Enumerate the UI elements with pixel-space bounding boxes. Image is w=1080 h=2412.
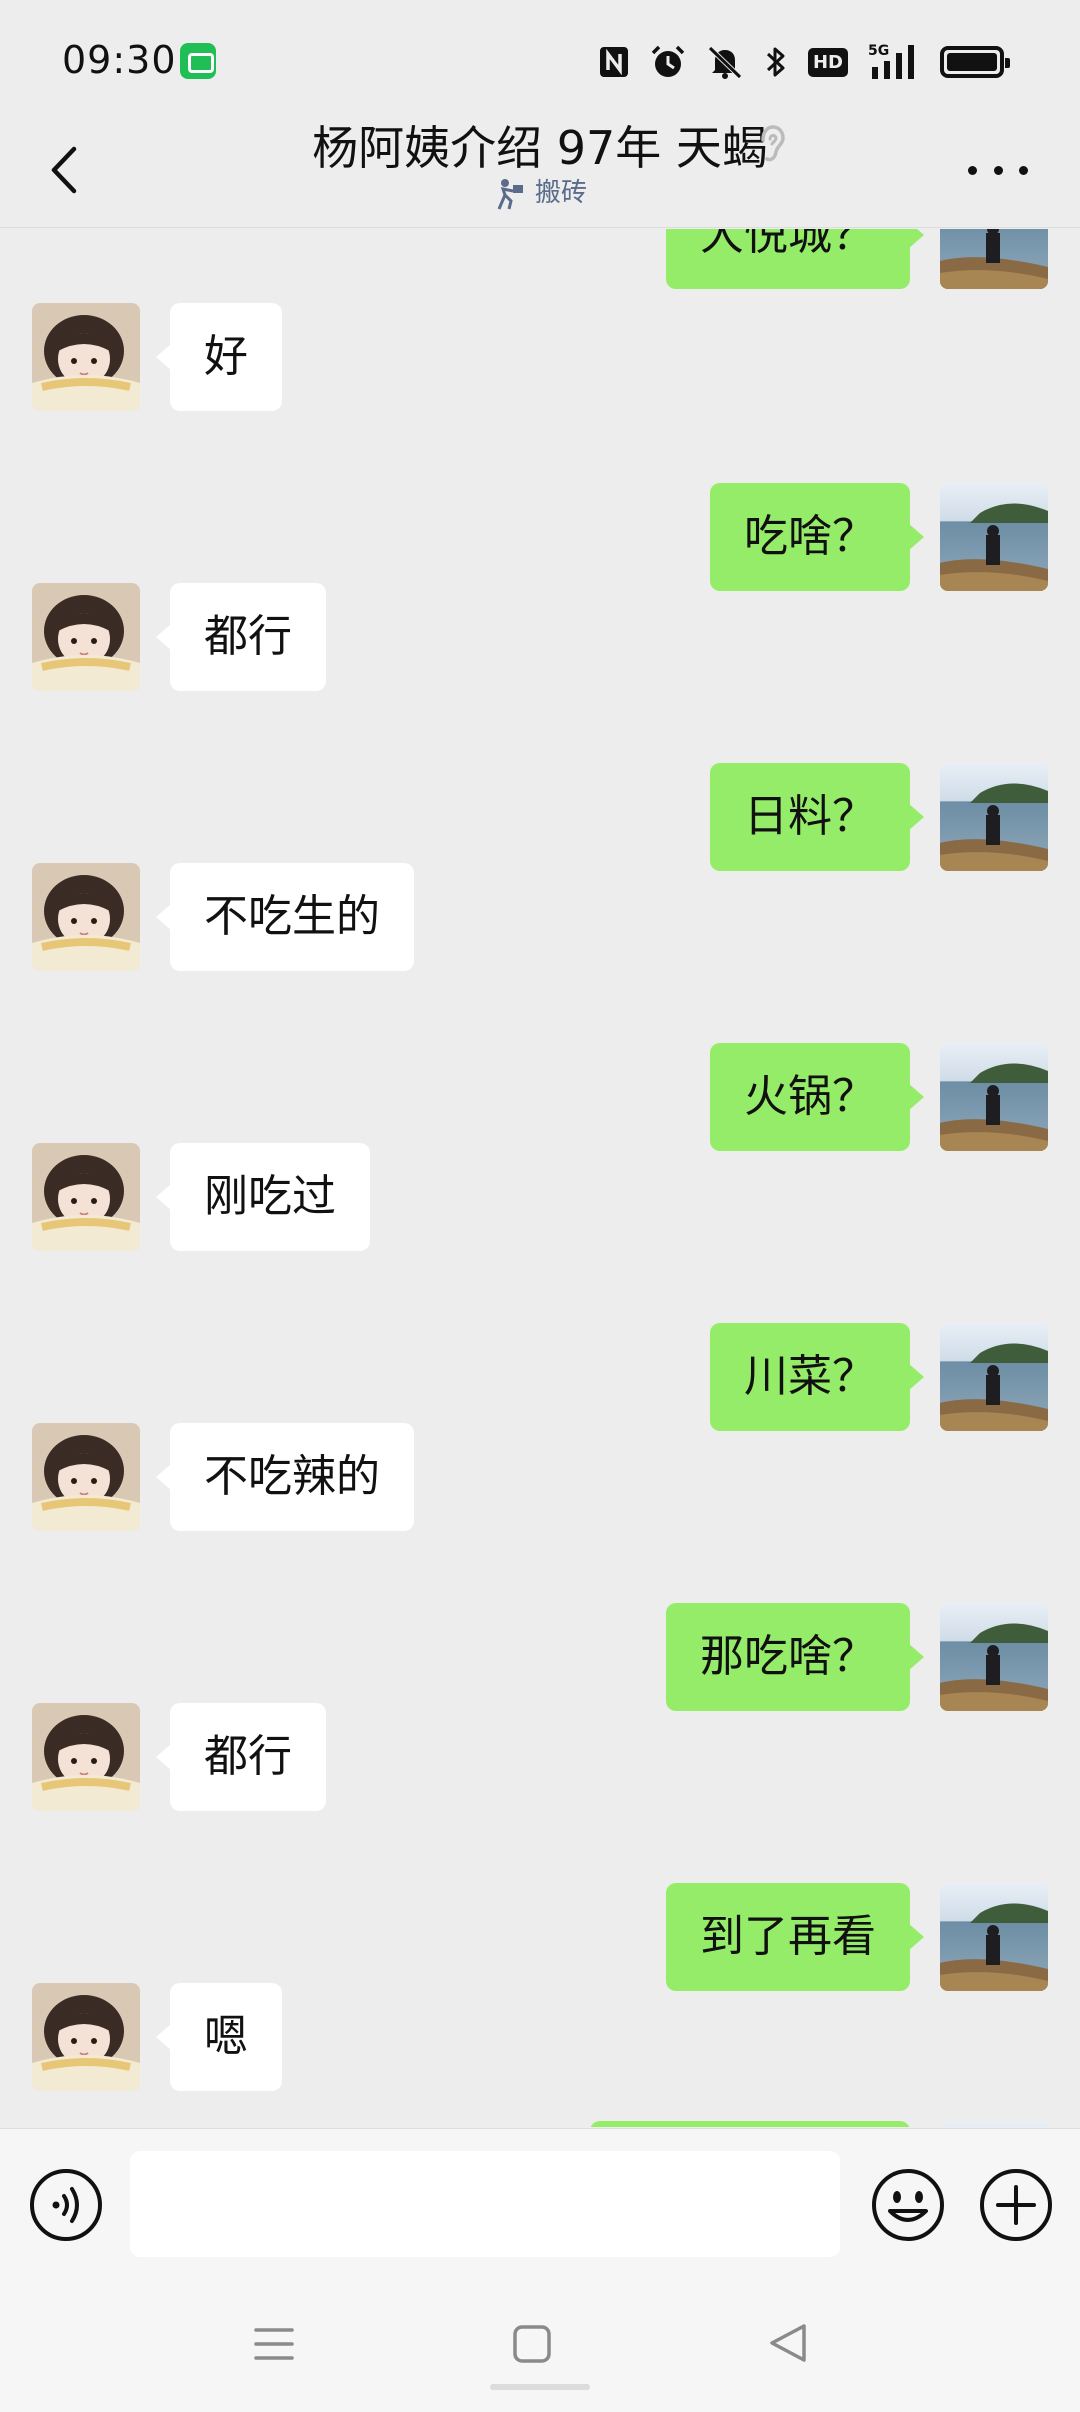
my-avatar[interactable] xyxy=(940,763,1048,871)
message-sent: 火锅？ xyxy=(0,1043,1080,1153)
message-list[interactable]: 大悦城？ 好 吃啥？ 都行 日料？ 不吃生的 火锅？ 刚吃过 川菜？ 不吃辣的 … xyxy=(0,229,1080,2127)
contact-avatar[interactable] xyxy=(32,1703,140,1811)
contact-avatar[interactable] xyxy=(32,303,140,411)
contact-avatar[interactable] xyxy=(32,583,140,691)
message-sent: 到了再看 xyxy=(0,1883,1080,1993)
more-options-button[interactable] xyxy=(968,150,1028,190)
chat-title: 杨阿姨介绍 97年 天蝎 xyxy=(312,121,768,175)
girl-avatar-image xyxy=(32,1983,140,2091)
back-triangle-icon[interactable] xyxy=(768,2322,808,2364)
message-bubble-sent[interactable]: 到了再看 xyxy=(666,1883,924,1991)
menu-icon[interactable] xyxy=(254,2324,294,2364)
nfc-icon xyxy=(599,47,628,77)
emoji-icon[interactable] xyxy=(870,2167,946,2243)
status-icons: HD 5G xyxy=(598,40,1010,84)
message-sent: 那吃啥？ xyxy=(0,1603,1080,1713)
landscape-avatar-image xyxy=(940,1043,1048,1151)
wechat-notification-icon xyxy=(180,43,216,79)
message-bubble-received[interactable]: 好 xyxy=(156,303,282,411)
my-avatar[interactable] xyxy=(940,229,1048,289)
worker-status-icon xyxy=(497,178,523,210)
message-bubble-received[interactable]: 嗯 xyxy=(156,1983,282,2091)
mute-icon xyxy=(708,46,742,79)
message-received: 嗯 xyxy=(0,1983,1080,2093)
girl-avatar-image xyxy=(32,1423,140,1531)
message-sent xyxy=(0,2121,1080,2127)
message-bubble-received[interactable]: 不吃辣的 xyxy=(156,1423,414,1531)
landscape-avatar-image xyxy=(940,2121,1048,2127)
message-received: 不吃生的 xyxy=(0,863,1080,973)
chat-status: 搬砖 xyxy=(0,172,1080,211)
svg-text:5G: 5G xyxy=(868,43,889,59)
message-bubble-sent[interactable] xyxy=(590,2121,910,2127)
status-time: 09:30 xyxy=(62,38,177,82)
my-avatar[interactable] xyxy=(940,1323,1048,1431)
my-avatar[interactable] xyxy=(940,1883,1048,1991)
message-bubble-received[interactable]: 刚吃过 xyxy=(156,1143,370,1251)
message-sent: 日料？ xyxy=(0,763,1080,873)
message-sent: 吃啥？ xyxy=(0,483,1080,593)
message-input[interactable] xyxy=(130,2151,840,2257)
contact-avatar[interactable] xyxy=(32,1423,140,1531)
girl-avatar-image xyxy=(32,1143,140,1251)
message-bubble-sent[interactable]: 川菜？ xyxy=(710,1323,924,1431)
home-square-icon[interactable] xyxy=(512,2324,552,2364)
voice-input-icon[interactable] xyxy=(28,2167,104,2243)
contact-avatar[interactable] xyxy=(32,863,140,971)
earpiece-mode-icon[interactable] xyxy=(755,122,789,166)
my-avatar[interactable] xyxy=(940,1043,1048,1151)
bluetooth-icon xyxy=(766,47,785,77)
my-avatar[interactable] xyxy=(940,1603,1048,1711)
landscape-avatar-image xyxy=(940,1323,1048,1431)
home-indicator xyxy=(490,2384,590,2390)
hd-icon: HD xyxy=(807,47,848,77)
chat-status-text: 搬砖 xyxy=(534,178,587,208)
girl-avatar-image xyxy=(32,863,140,971)
chat-header: 杨阿姨介绍 97年 天蝎 搬砖 xyxy=(0,110,1080,228)
input-bar xyxy=(0,2128,1080,2284)
message-received: 刚吃过 xyxy=(0,1143,1080,1253)
message-bubble-sent[interactable]: 日料？ xyxy=(710,763,924,871)
landscape-avatar-image xyxy=(940,483,1048,591)
message-bubble-sent[interactable]: 大悦城？ xyxy=(666,229,924,289)
landscape-avatar-image xyxy=(940,1603,1048,1711)
my-avatar[interactable] xyxy=(940,483,1048,591)
message-received: 都行 xyxy=(0,1703,1080,1813)
contact-avatar[interactable] xyxy=(32,1143,140,1251)
my-avatar[interactable] xyxy=(940,2121,1048,2127)
plus-circle-icon[interactable] xyxy=(978,2167,1054,2243)
message-bubble-received[interactable]: 不吃生的 xyxy=(156,863,414,971)
signal-5g-icon: 5G xyxy=(868,43,914,79)
message-received: 都行 xyxy=(0,583,1080,693)
landscape-avatar-image xyxy=(940,763,1048,871)
contact-avatar[interactable] xyxy=(32,1983,140,2091)
girl-avatar-image xyxy=(32,583,140,691)
message-bubble-sent[interactable]: 火锅？ xyxy=(710,1043,924,1151)
status-bar: 09:30 HD 5G xyxy=(0,0,1080,120)
message-sent: 大悦城？ xyxy=(0,229,1080,291)
message-bubble-sent[interactable]: 吃啥？ xyxy=(710,483,924,591)
message-received: 不吃辣的 xyxy=(0,1423,1080,1533)
message-bubble-sent[interactable]: 那吃啥？ xyxy=(666,1603,924,1711)
message-bubble-received[interactable]: 都行 xyxy=(156,1703,326,1811)
alarm-icon xyxy=(651,45,685,77)
message-sent: 川菜？ xyxy=(0,1323,1080,1433)
girl-avatar-image xyxy=(32,303,140,411)
landscape-avatar-image xyxy=(940,1883,1048,1991)
system-nav-bar xyxy=(0,2284,1080,2412)
battery-icon xyxy=(940,46,1010,78)
girl-avatar-image xyxy=(32,1703,140,1811)
message-bubble-received[interactable]: 都行 xyxy=(156,583,326,691)
landscape-avatar-image xyxy=(940,229,1048,289)
more-dots-icon xyxy=(968,165,977,175)
message-received: 好 xyxy=(0,303,1080,413)
